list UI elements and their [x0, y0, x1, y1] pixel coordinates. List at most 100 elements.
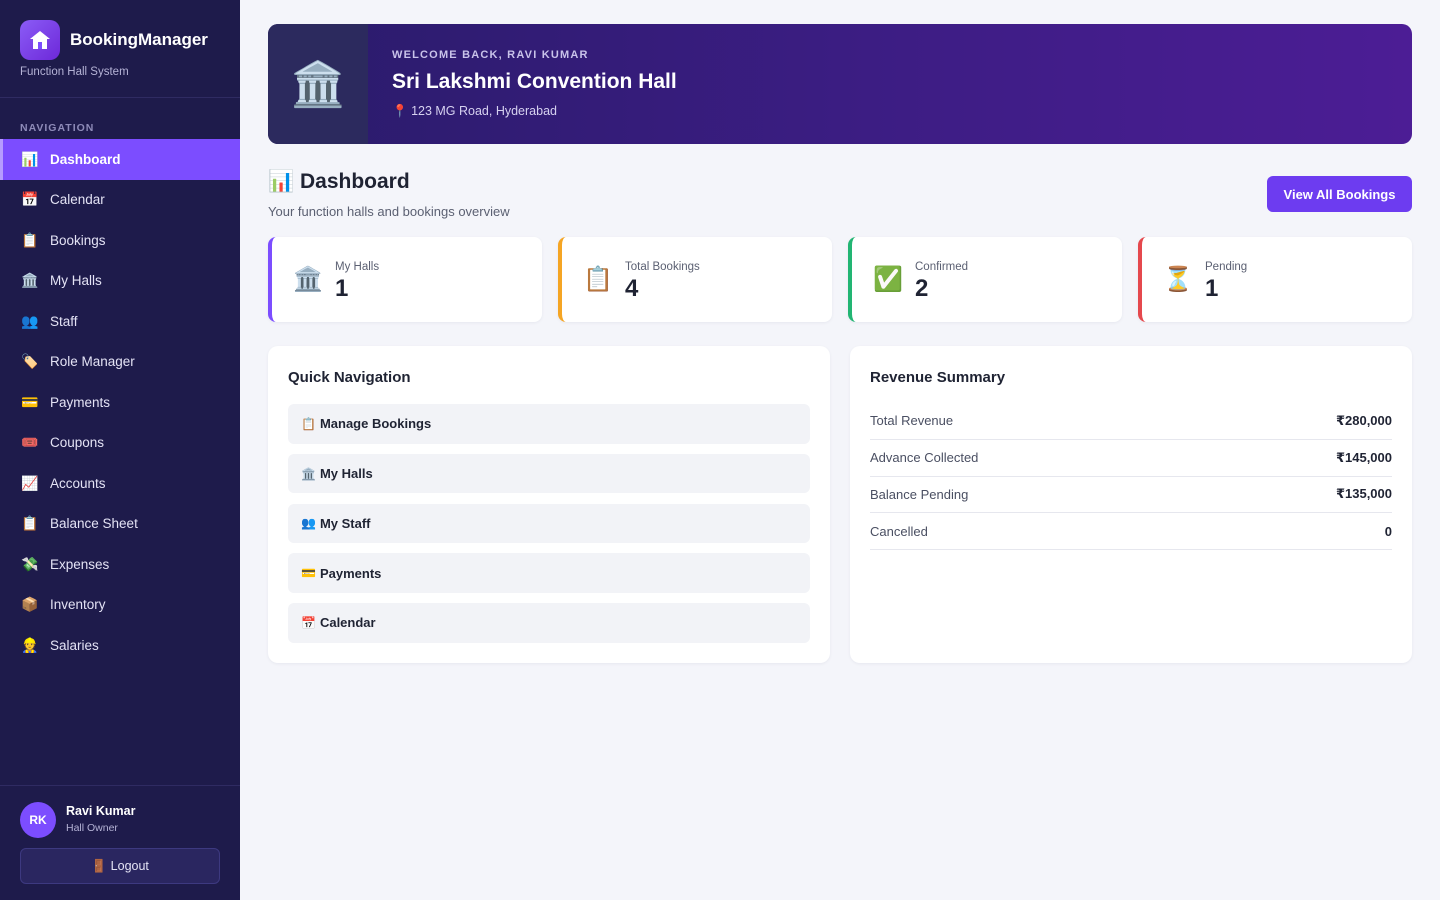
- sidebar-item-label: Calendar: [50, 192, 105, 208]
- revenue-table: Total Revenue ₹280,000 Advance Collected…: [870, 403, 1392, 551]
- user-role: Hall Owner: [66, 822, 118, 834]
- revenue-row-cancelled: Cancelled 0: [870, 513, 1392, 551]
- sidebar-footer-divider: [0, 785, 240, 786]
- sidebar-item-label: Role Manager: [50, 354, 135, 370]
- classical-building-icon: 🏛️: [21, 272, 39, 289]
- brand-subtitle: Function Hall System: [20, 66, 129, 78]
- clipboard-icon: 📋: [301, 416, 316, 431]
- stat-label: Confirmed: [915, 261, 969, 273]
- sidebar-item-staff[interactable]: 👥 Staff: [0, 301, 240, 342]
- nav-section-label: NAVIGATION: [20, 122, 95, 134]
- bar-chart-icon: 📊: [21, 150, 39, 167]
- trending-chart-icon: 📈: [21, 474, 39, 491]
- classical-building-icon: 🏛️: [293, 265, 323, 293]
- stat-card-total-bookings[interactable]: 📋 Total Bookings 4: [558, 237, 832, 322]
- hourglass-icon: ⏳: [1163, 265, 1193, 293]
- stat-value: 1: [1205, 275, 1219, 302]
- sidebar-item-label: My Halls: [50, 273, 102, 289]
- revenue-label: Balance Pending: [870, 486, 969, 502]
- clipboard-icon: 📋: [21, 515, 39, 532]
- quick-nav-label: My Staff: [319, 515, 371, 531]
- sidebar-item-label: Salaries: [50, 637, 99, 653]
- sidebar-item-inventory[interactable]: 📦 Inventory: [0, 585, 240, 626]
- card-title: Quick Navigation: [288, 369, 411, 386]
- revenue-summary-card: Revenue Summary Total Revenue ₹280,000 A…: [850, 346, 1412, 663]
- quick-nav-payments[interactable]: 💳 Payments: [288, 553, 810, 593]
- revenue-label: Cancelled: [870, 523, 928, 539]
- quick-nav-list: 📋 Manage Bookings 🏛️ My Halls 👥 My Staff…: [288, 404, 810, 653]
- house-icon: [20, 20, 60, 60]
- sidebar-item-expenses[interactable]: 💸 Expenses: [0, 544, 240, 585]
- sidebar-item-label: Coupons: [50, 435, 105, 451]
- sidebar-item-balance-sheet[interactable]: 📋 Balance Sheet: [0, 504, 240, 545]
- worker-icon: 👷: [21, 636, 39, 653]
- quick-nav-my-staff[interactable]: 👥 My Staff: [288, 503, 810, 544]
- stat-label: Total Bookings: [625, 261, 700, 273]
- money-wings-icon: 💸: [21, 555, 39, 572]
- quick-nav-label: Calendar: [319, 615, 376, 631]
- hall-banner: 🏛️ WELCOME BACK, RAVI KUMAR Sri Lakshmi …: [268, 24, 1412, 144]
- hall-location: 📍 123 MG Road, Hyderabad: [392, 104, 557, 119]
- clipboard-icon: 📋: [583, 265, 613, 293]
- stat-card-my-halls[interactable]: 🏛️ My Halls 1: [268, 237, 542, 322]
- logout-label: Logout: [110, 859, 149, 873]
- stat-value: 4: [625, 275, 639, 302]
- sidebar: BookingManager Function Hall System NAVI…: [0, 0, 240, 900]
- sidebar-item-coupons[interactable]: 🎟️ Coupons: [0, 423, 240, 464]
- stat-card-pending[interactable]: ⏳ Pending 1: [1138, 237, 1412, 322]
- quick-nav-manage-bookings[interactable]: 📋 Manage Bookings: [288, 404, 810, 444]
- view-all-bookings-button[interactable]: View All Bookings: [1267, 176, 1412, 212]
- quick-nav-calendar[interactable]: 📅 Calendar: [288, 603, 810, 643]
- quick-nav-my-halls[interactable]: 🏛️ My Halls: [288, 453, 810, 494]
- page-subtitle: Your function halls and bookings overvie…: [268, 204, 510, 219]
- revenue-row-total: Total Revenue ₹280,000: [870, 403, 1392, 440]
- stat-label: Pending: [1205, 261, 1248, 273]
- label-tag-icon: 🏷️: [21, 353, 39, 370]
- revenue-value: ₹280,000: [1335, 412, 1392, 428]
- credit-card-icon: 💳: [301, 566, 316, 581]
- pin-icon: 📍: [392, 104, 408, 118]
- stat-value: 1: [335, 275, 349, 302]
- quick-nav-label: My Halls: [319, 466, 373, 482]
- stat-label: My Halls: [335, 261, 380, 273]
- welcome-text: WELCOME BACK, RAVI KUMAR: [392, 49, 589, 61]
- sidebar-item-label: Inventory: [50, 597, 106, 613]
- classical-building-icon: 🏛️: [301, 466, 316, 481]
- stat-value: 2: [915, 275, 929, 302]
- sidebar-item-salaries[interactable]: 👷 Salaries: [0, 625, 240, 666]
- sidebar-item-payments[interactable]: 💳 Payments: [0, 382, 240, 423]
- revenue-value: 0: [1384, 523, 1392, 539]
- card-title: Revenue Summary: [870, 369, 1006, 386]
- revenue-label: Total Revenue: [870, 413, 954, 429]
- sidebar-item-label: Bookings: [50, 232, 106, 248]
- revenue-label: Advance Collected: [870, 450, 979, 466]
- door-icon: 🚪: [91, 858, 107, 873]
- page-title: 📊 Dashboard: [268, 170, 410, 194]
- sidebar-item-label: Staff: [50, 313, 78, 329]
- revenue-value: ₹145,000: [1335, 449, 1392, 465]
- quick-navigation-card: Quick Navigation 📋 Manage Bookings 🏛️ My…: [268, 346, 830, 663]
- brand: BookingManager Function Hall System: [20, 20, 230, 80]
- sidebar-item-role-manager[interactable]: 🏷️ Role Manager: [0, 342, 240, 383]
- quick-nav-label: Payments: [319, 565, 382, 581]
- sidebar-item-accounts[interactable]: 📈 Accounts: [0, 463, 240, 504]
- sidebar-item-my-halls[interactable]: 🏛️ My Halls: [0, 261, 240, 302]
- sidebar-item-bookings[interactable]: 📋 Bookings: [0, 220, 240, 261]
- check-mark-icon: ✅: [873, 265, 903, 293]
- hall-address: 123 MG Road, Hyderabad: [411, 104, 557, 118]
- sidebar-item-dashboard[interactable]: 📊 Dashboard: [0, 139, 240, 180]
- revenue-row-balance: Balance Pending ₹135,000: [870, 477, 1392, 514]
- sidebar-item-label: Balance Sheet: [50, 516, 138, 532]
- clipboard-icon: 📋: [21, 231, 39, 248]
- logout-button[interactable]: 🚪 Logout: [20, 848, 220, 884]
- sidebar-item-label: Dashboard: [50, 151, 121, 167]
- sidebar-item-label: Expenses: [50, 556, 110, 572]
- hall-name: Sri Lakshmi Convention Hall: [392, 70, 677, 93]
- user-name: Ravi Kumar: [66, 804, 136, 818]
- sidebar-item-label: Accounts: [50, 475, 106, 491]
- stat-card-confirmed[interactable]: ✅ Confirmed 2: [848, 237, 1122, 322]
- sidebar-item-calendar[interactable]: 📅 Calendar: [0, 180, 240, 221]
- sidebar-item-label: Payments: [50, 394, 111, 410]
- calendar-icon: 📅: [21, 191, 39, 208]
- bar-chart-icon: 📊: [268, 170, 295, 193]
